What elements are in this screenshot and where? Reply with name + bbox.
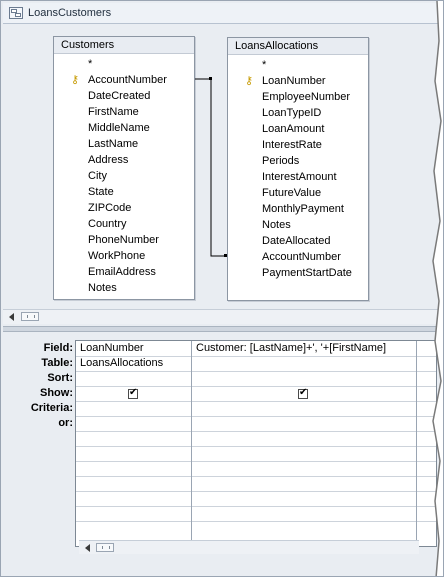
row-label-show: Show:: [40, 387, 73, 399]
table-loansallocations[interactable]: LoansAllocations * ⚷ LoanNumber EmployeeN…: [227, 37, 369, 301]
row-label-field: Field:: [43, 342, 73, 354]
grid-lines: [76, 341, 436, 546]
key-icon: ⚷: [71, 74, 80, 86]
field-item-primary-key[interactable]: ⚷ AccountNumber: [54, 72, 194, 88]
row-label-or: or:: [58, 417, 73, 429]
field-item[interactable]: MonthlyPayment: [228, 201, 368, 217]
field-item[interactable]: Notes: [54, 280, 194, 296]
table-customers[interactable]: Customers * ⚷ AccountNumber DateCreated F…: [53, 36, 195, 300]
key-icon: ⚷: [245, 75, 254, 87]
field-item[interactable]: EmailAddress: [54, 264, 194, 280]
query-design-window: LoansCustomers Customers * ⚷ AccountNumbe…: [0, 0, 444, 577]
show-checkbox[interactable]: [298, 387, 308, 399]
design-grid[interactable]: LoanNumber LoansAllocations Customer: [L…: [75, 340, 437, 547]
field-item-primary-key[interactable]: ⚷ LoanNumber: [228, 73, 368, 89]
field-item[interactable]: LoanAmount: [228, 121, 368, 137]
field-item[interactable]: *: [228, 57, 368, 73]
row-label-table: Table:: [41, 357, 73, 369]
row-label-sort: Sort:: [47, 372, 73, 384]
field-item[interactable]: Notes: [228, 217, 368, 233]
field-item[interactable]: DateAllocated: [228, 233, 368, 249]
field-list: * ⚷ AccountNumber DateCreated FirstName M…: [54, 54, 194, 296]
scroll-left-arrow-icon[interactable]: [9, 313, 14, 321]
field-item[interactable]: State: [54, 184, 194, 200]
field-item[interactable]: PhoneNumber: [54, 232, 194, 248]
query-icon: [9, 7, 23, 19]
scroll-thumb[interactable]: [96, 543, 114, 552]
field-item[interactable]: *: [54, 56, 194, 72]
table-pane-scrollbar[interactable]: [3, 309, 439, 324]
field-item[interactable]: DateCreated: [54, 88, 194, 104]
field-item[interactable]: PaymentStartDate: [228, 265, 368, 281]
field-item[interactable]: LoanTypeID: [228, 105, 368, 121]
field-item[interactable]: City: [54, 168, 194, 184]
field-item[interactable]: WorkPhone: [54, 248, 194, 264]
field-item[interactable]: InterestRate: [228, 137, 368, 153]
show-checkbox[interactable]: [128, 387, 138, 399]
field-item[interactable]: MiddleName: [54, 120, 194, 136]
field-item[interactable]: InterestAmount: [228, 169, 368, 185]
table-title[interactable]: LoansAllocations: [228, 38, 368, 55]
grid-cell-table[interactable]: LoansAllocations: [80, 357, 163, 369]
table-title[interactable]: Customers: [54, 37, 194, 54]
torn-edge: [432, 1, 443, 576]
scroll-left-arrow-icon[interactable]: [85, 544, 90, 552]
field-item[interactable]: Periods: [228, 153, 368, 169]
field-item[interactable]: LastName: [54, 136, 194, 152]
document-tab[interactable]: LoansCustomers: [3, 3, 439, 24]
grid-row-labels: Field: Table: Sort: Show: Criteria: or:: [3, 341, 73, 431]
row-label-criteria: Criteria:: [30, 402, 73, 414]
tab-title: LoansCustomers: [28, 7, 112, 19]
table-pane: Customers * ⚷ AccountNumber DateCreated F…: [3, 24, 439, 326]
grid-scrollbar[interactable]: [79, 540, 419, 554]
field-item[interactable]: ZIPCode: [54, 200, 194, 216]
field-item[interactable]: FirstName: [54, 104, 194, 120]
field-item[interactable]: FutureValue: [228, 185, 368, 201]
scroll-thumb[interactable]: [21, 312, 39, 321]
field-item[interactable]: Country: [54, 216, 194, 232]
grid-cell-field[interactable]: Customer: [LastName]+', '+[FirstName]: [196, 342, 386, 354]
field-item[interactable]: AccountNumber: [228, 249, 368, 265]
field-item[interactable]: EmployeeNumber: [228, 89, 368, 105]
field-list: * ⚷ LoanNumber EmployeeNumber LoanTypeID …: [228, 55, 368, 281]
design-grid-pane: Field: Table: Sort: Show: Criteria: or:: [3, 332, 439, 576]
grid-cell-field[interactable]: LoanNumber: [80, 342, 144, 354]
field-item[interactable]: Address: [54, 152, 194, 168]
